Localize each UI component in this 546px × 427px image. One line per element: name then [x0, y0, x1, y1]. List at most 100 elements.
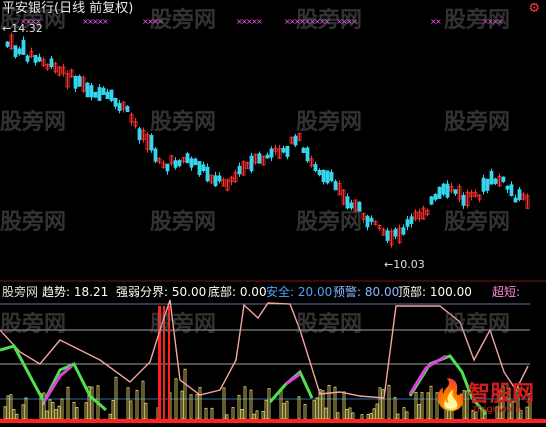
candle-body [489, 170, 494, 185]
watermark: 股旁网 [0, 312, 67, 337]
volume-bar [243, 386, 247, 420]
indicator-bottom: 底部: 0.00 [208, 285, 267, 299]
low-price-marker: ←10.03 [384, 258, 425, 271]
candle-body [517, 189, 522, 200]
volume-bar [135, 389, 139, 420]
volume-bar [297, 396, 301, 420]
candle-body [25, 55, 30, 62]
signal-mark: × [256, 17, 263, 26]
candle-body [313, 164, 318, 171]
candle-body [97, 87, 102, 101]
volume-bar [420, 392, 424, 420]
volume-bar [48, 399, 52, 420]
indicator-name: 股旁网 [2, 285, 39, 299]
volume-bar [402, 407, 406, 420]
volume-bar [57, 405, 61, 420]
indicator-warning: 预警: 80.00 [333, 285, 400, 299]
chart-title: 平安银行(日线 前复权) [2, 1, 134, 16]
candle-body [445, 183, 450, 198]
candle-body [37, 56, 42, 62]
volume-bar [378, 387, 382, 420]
candle-body [265, 154, 270, 159]
volume-bar [393, 397, 397, 420]
candle-body [329, 171, 334, 182]
volume-bar [372, 408, 376, 420]
volume-bar [324, 407, 328, 420]
volume-bar [321, 390, 325, 420]
volume-bar [144, 402, 148, 420]
indicator-top: 顶部: 100.00 [398, 285, 472, 299]
candle-body [333, 181, 338, 191]
volume-bar [426, 392, 430, 420]
volume-bar [198, 387, 202, 420]
volume-bar [252, 413, 256, 420]
candle-body [21, 39, 26, 55]
candle-body [101, 87, 106, 95]
volume-bar [366, 413, 370, 420]
indicator-safe: 安全: 20.00 [266, 285, 333, 299]
watermark: 股旁网 [296, 210, 363, 235]
watermark: 股旁网 [0, 210, 67, 235]
volume-bar [24, 397, 28, 420]
candle-body [317, 170, 322, 176]
candle-body [293, 135, 298, 146]
candle-body [125, 106, 130, 113]
candle-body [441, 183, 446, 195]
candle-body [281, 147, 286, 153]
candle-body [369, 217, 374, 222]
watermark: 股旁网 [296, 110, 363, 135]
volume-bar [15, 413, 19, 420]
site-logo: 🔥 智股网 zhiguw.cn [432, 376, 544, 426]
candle-body [433, 193, 438, 200]
candle-body [5, 41, 10, 47]
volume-bar [342, 391, 346, 420]
watermark: 股旁网 [0, 110, 67, 135]
candle-body [109, 89, 114, 101]
candle-body [505, 185, 510, 190]
candle-body [401, 227, 406, 235]
candle-body [453, 189, 458, 194]
candle-body [493, 178, 498, 184]
candle-body [269, 148, 274, 158]
volume-bar [183, 368, 187, 420]
volume-bar [210, 407, 214, 420]
volume-bar [3, 406, 7, 420]
volume-bar [249, 389, 253, 420]
volume-bar [45, 410, 49, 420]
volume-bar [348, 407, 352, 420]
watermark: 股旁网 [150, 210, 217, 235]
volume-bar [108, 413, 112, 420]
candle-body [93, 91, 98, 98]
watermark: 股旁网 [444, 110, 511, 135]
volume-bar [60, 398, 64, 420]
volume-bar [264, 399, 268, 420]
candle-body [501, 176, 506, 182]
volume-bar [90, 386, 94, 420]
volume-bar [204, 407, 208, 420]
volume-bar [222, 387, 226, 420]
volume-bar [327, 384, 331, 420]
volume-bar [9, 394, 13, 420]
volume-bar [141, 380, 145, 420]
candle-body [89, 85, 94, 98]
candle-body [173, 160, 178, 168]
gear-icon[interactable]: ⚙ [528, 2, 540, 16]
volume-bar [75, 406, 79, 420]
candle-body [165, 163, 170, 172]
volume-bar [375, 403, 379, 420]
volume-bar [312, 400, 316, 420]
candle-body [17, 48, 22, 55]
volume-bar [42, 392, 46, 420]
candle-body [285, 146, 290, 157]
watermark: 股旁网 [444, 8, 511, 33]
volume-bar [336, 412, 340, 420]
volume-bar [51, 402, 55, 420]
indicator-strength-divider: 强弱分界: 50.00 [116, 285, 207, 299]
volume-bar [189, 394, 193, 420]
volume-bar [285, 400, 289, 420]
volume-bar [261, 411, 265, 420]
candle-body [177, 160, 182, 167]
watermark: 股旁网 [296, 312, 363, 337]
candle-body [77, 75, 82, 87]
candle-body [189, 158, 194, 168]
